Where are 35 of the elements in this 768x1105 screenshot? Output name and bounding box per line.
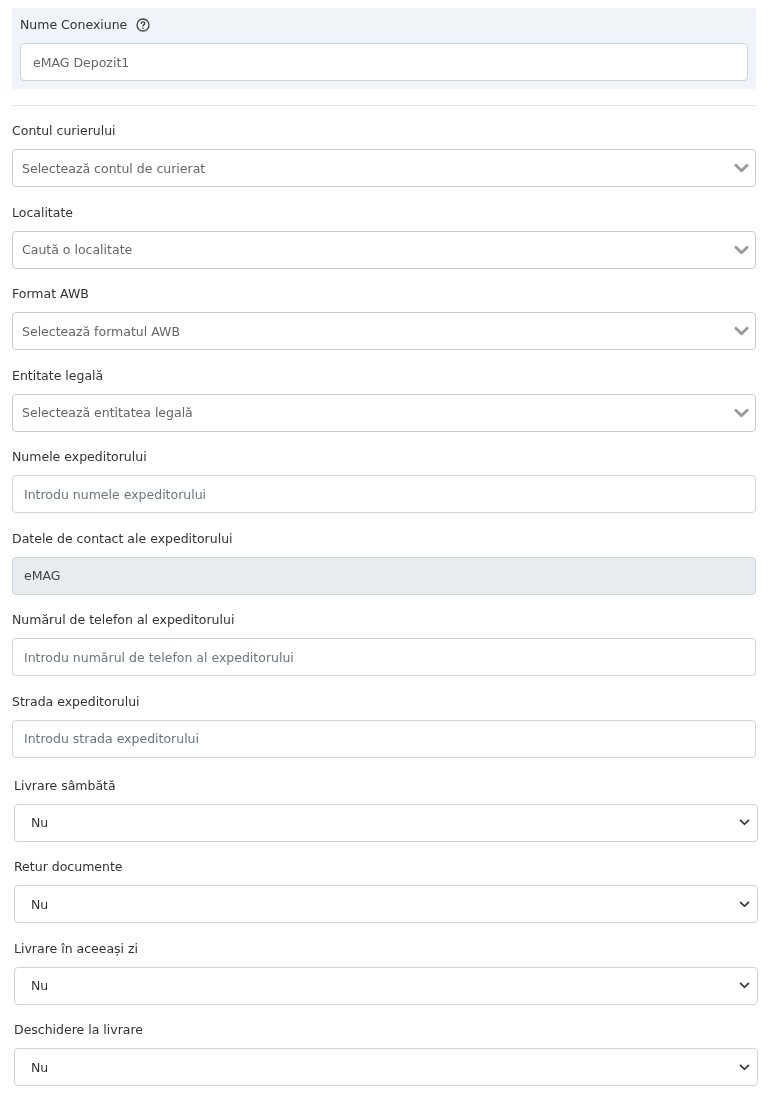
chevron-down-icon <box>739 819 750 826</box>
chevron-down-icon <box>734 326 749 336</box>
input-field[interactable]: Introdu numărul de telefon al expeditorului <box>12 638 756 676</box>
field-label: Strada expeditorului <box>12 692 141 711</box>
dropdown-field[interactable]: Nu <box>14 966 758 1005</box>
field-label: Contul curierului <box>12 122 117 140</box>
input-field[interactable]: Introdu strada expeditorului <box>12 719 756 758</box>
chevron-down-icon <box>734 244 749 255</box>
field-label: Entitate legală <box>12 366 105 385</box>
dropdown-field[interactable]: Nu <box>14 803 758 842</box>
dropdown-field[interactable]: Nu <box>14 1048 758 1086</box>
field-label: Numărul de telefon al expeditorului <box>12 611 236 629</box>
field-label: Deschidere la livrare <box>14 1021 145 1039</box>
chevron-down-icon <box>739 900 750 908</box>
field-label: Livrare sâmbătă <box>14 776 117 795</box>
chevron-down-icon <box>734 163 749 173</box>
field-label: Retur documente <box>14 858 124 876</box>
chevron-down-icon <box>739 982 750 989</box>
help-icon[interactable] <box>136 18 151 32</box>
field-label: Format AWB <box>12 285 90 303</box>
field-label: Nume Conexiune <box>20 16 128 34</box>
dropdown-field[interactable]: Caută o localitate <box>12 230 756 269</box>
input-field[interactable]: Introdu numele expeditorului <box>12 475 756 513</box>
dropdown-field[interactable]: Selectează contul de curierat <box>12 149 756 187</box>
chevron-down-icon <box>734 407 749 418</box>
dropdown-field[interactable]: Selectează formatul AWB <box>12 312 756 350</box>
chevron-down-icon <box>739 1063 750 1071</box>
field-label: Numele expeditorului <box>12 448 148 466</box>
dropdown-field[interactable]: Nu <box>14 885 758 923</box>
field-label: Datele de contact ale expeditorului <box>12 529 234 548</box>
field-label: Localitate <box>12 203 75 222</box>
dropdown-field[interactable]: Selectează entitatea legală <box>12 393 756 432</box>
input-field: eMAG <box>12 556 756 595</box>
field-label: Livrare în aceeași zi <box>14 939 140 958</box>
input-field[interactable]: eMAG Depozit1 <box>20 43 748 81</box>
